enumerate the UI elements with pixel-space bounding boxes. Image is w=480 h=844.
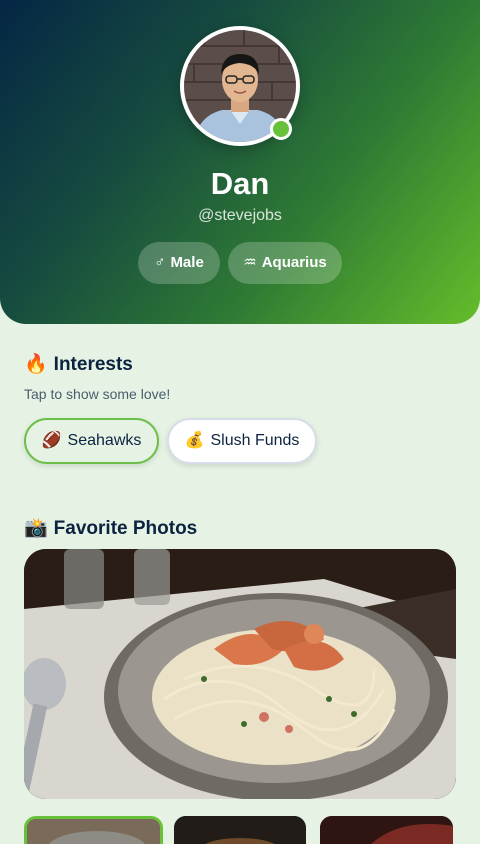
profile-header: Dan @stevejobs ♂ Male ♒ Aquarius [0, 0, 480, 324]
photo-thumbnail-1[interactable] [24, 816, 163, 844]
zodiac-label: Aquarius [261, 254, 327, 271]
photo-thumbnail-3[interactable] [320, 816, 453, 844]
interest-label: Slush Funds [210, 432, 300, 449]
gender-label: Male [170, 254, 204, 271]
profile-tags: ♂ Male ♒ Aquarius [0, 242, 480, 284]
money-bag-icon: 💰 [184, 432, 205, 449]
interest-label: Seahawks [67, 432, 142, 449]
thumbnail-image-3 [320, 816, 453, 844]
thumbnail-image-1 [27, 819, 160, 844]
interests-subtitle: Tap to show some love! [24, 386, 171, 402]
photo-thumbnail-2[interactable] [174, 816, 306, 844]
thumbnail-image-2 [174, 816, 306, 844]
featured-photo[interactable] [24, 549, 456, 799]
online-status-indicator [270, 118, 292, 140]
interests-title: Interests [53, 354, 133, 375]
male-symbol-icon: ♂ [154, 254, 166, 271]
zodiac-tag[interactable]: ♒ Aquarius [228, 242, 342, 284]
football-icon: 🏈 [41, 432, 62, 449]
gender-tag[interactable]: ♂ Male [138, 242, 220, 284]
fire-icon: 🔥 [24, 354, 48, 375]
photos-heading: 📸 Favorite Photos [24, 516, 197, 540]
pasta-dish-image [24, 549, 456, 799]
camera-icon: 📸 [24, 518, 48, 539]
profile-name: Dan [210, 166, 270, 201]
avatar-container[interactable] [180, 26, 300, 146]
interest-chip-slush-funds[interactable]: 💰 Slush Funds [167, 418, 317, 464]
interest-chip-seahawks[interactable]: 🏈 Seahawks [24, 418, 159, 464]
aquarius-symbol-icon: ♒ [243, 254, 257, 271]
profile-handle: @stevejobs [198, 207, 282, 224]
interests-heading: 🔥 Interests [24, 352, 133, 376]
photos-title: Favorite Photos [53, 518, 198, 539]
